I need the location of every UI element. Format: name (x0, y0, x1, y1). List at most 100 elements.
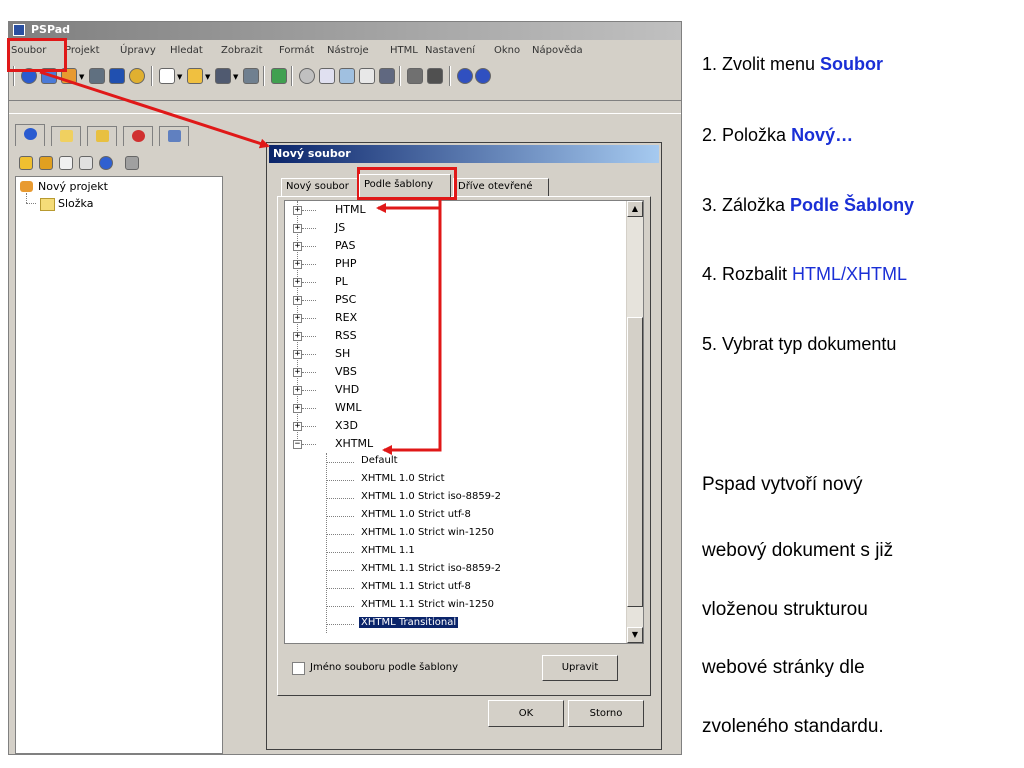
expand-icon[interactable]: + (293, 242, 302, 251)
menu-projekt[interactable]: Projekt (65, 45, 100, 56)
replace-icon[interactable] (319, 68, 335, 84)
tree-subitem[interactable]: XHTML 1.1 Strict win-1250 (285, 597, 625, 615)
dropdown-arrow-icon[interactable]: ▼ (233, 73, 238, 81)
log-icon[interactable] (109, 68, 125, 84)
expand-icon[interactable]: + (293, 278, 302, 287)
tree-item-rss[interactable]: + RSS (285, 327, 625, 345)
search-icon[interactable] (299, 68, 315, 84)
open-folder-icon[interactable] (187, 68, 203, 84)
menu-okno[interactable]: Okno (494, 45, 520, 56)
panel-tab-files[interactable] (51, 126, 81, 146)
open-project-icon[interactable] (41, 68, 57, 84)
tab-drive-otevrene[interactable]: Dříve otevřené (453, 178, 549, 196)
scroll-up-icon[interactable]: ▲ (627, 201, 643, 217)
find-in-files-icon[interactable] (339, 68, 355, 84)
collapse-icon[interactable]: − (293, 440, 302, 449)
menu-upravy[interactable]: Úpravy (120, 45, 156, 56)
save-icon[interactable] (215, 68, 231, 84)
tab-podle-sablony[interactable]: Podle šablony (359, 174, 451, 197)
new-file-icon[interactable] (159, 68, 175, 84)
tree-item-php[interactable]: + PHP (285, 255, 625, 273)
tree-icon[interactable] (271, 68, 287, 84)
menu-nastaveni[interactable]: Nastavení (425, 45, 475, 56)
ok-button[interactable]: OK (488, 700, 564, 727)
scroll-thumb[interactable] (627, 317, 643, 607)
print-icon[interactable] (407, 68, 423, 84)
info-icon[interactable] (99, 156, 113, 170)
cancel-button[interactable]: Storno (568, 700, 644, 727)
expand-icon[interactable]: + (293, 206, 302, 215)
tree-subitem[interactable]: XHTML 1.0 Strict iso-8859-2 (285, 489, 625, 507)
menu-zobrazit[interactable]: Zobrazit (221, 45, 263, 56)
expand-icon[interactable]: + (293, 224, 302, 233)
menu-soubor[interactable]: Soubor (11, 45, 46, 56)
expand-icon[interactable]: + (293, 260, 302, 269)
tree-subitem-selected[interactable]: XHTML Transitional (285, 615, 625, 633)
tree-item-sh[interactable]: + SH (285, 345, 625, 363)
tree-subitem[interactable]: XHTML 1.0 Strict win-1250 (285, 525, 625, 543)
add-file-icon[interactable] (59, 156, 73, 170)
tree-item-vbs[interactable]: + VBS (285, 363, 625, 381)
ftp-icon[interactable] (89, 68, 105, 84)
tree-subitem[interactable]: XHTML 1.1 Strict iso-8859-2 (285, 561, 625, 579)
tree-item-html[interactable]: + HTML (285, 201, 625, 219)
template-name-checkbox-label[interactable]: Jméno souboru podle šablony (310, 662, 458, 673)
print-preview-icon[interactable] (427, 68, 443, 84)
tree-item-xhtml[interactable]: − XHTML (285, 435, 625, 453)
tree-item-psc[interactable]: + PSC (285, 291, 625, 309)
menu-hledat[interactable]: Hledat (170, 45, 203, 56)
tree-subitem[interactable]: XHTML 1.1 Strict utf-8 (285, 579, 625, 597)
tree-subitem[interactable]: Default (285, 453, 625, 471)
expand-icon[interactable]: + (293, 368, 302, 377)
expand-icon[interactable]: + (293, 296, 302, 305)
vertical-scrollbar[interactable]: ▲ ▼ (626, 201, 643, 643)
expand-icon[interactable]: + (293, 404, 302, 413)
tree-item-js[interactable]: + JS (285, 219, 625, 237)
tab-novy-soubor[interactable]: Nový soubor (281, 178, 359, 196)
panel-tab-clips[interactable] (159, 126, 189, 146)
expand-icon[interactable]: + (293, 314, 302, 323)
tree-subitem[interactable]: XHTML 1.0 Strict utf-8 (285, 507, 625, 525)
expand-icon[interactable]: + (293, 332, 302, 341)
tree-item-x3d[interactable]: + X3D (285, 417, 625, 435)
dropdown-arrow-icon[interactable]: ▼ (205, 73, 210, 81)
menu-napoveda[interactable]: Nápověda (532, 45, 583, 56)
expand-icon[interactable]: + (293, 350, 302, 359)
tree-item-vhd[interactable]: + VHD (285, 381, 625, 399)
panel-tab-favorites[interactable] (123, 126, 153, 146)
project-node[interactable]: Nový projekt (38, 180, 108, 193)
panel-tab-ftp[interactable] (87, 126, 117, 146)
save-all-icon[interactable] (243, 68, 259, 84)
expand-icon[interactable]: + (293, 386, 302, 395)
menu-nastroje[interactable]: Nástroje (327, 45, 369, 56)
remove-folder-icon[interactable] (39, 156, 53, 170)
menu-html[interactable]: HTML (390, 45, 418, 56)
dropdown-arrow-icon[interactable]: ▼ (177, 73, 182, 81)
scroll-down-icon[interactable]: ▼ (627, 627, 643, 643)
panel-tab-project[interactable] (15, 124, 45, 146)
add-folder-icon[interactable] (19, 156, 33, 170)
tools-icon[interactable] (125, 156, 139, 170)
expand-icon[interactable]: + (293, 422, 302, 431)
redo-icon[interactable] (475, 68, 491, 84)
tree-subitem[interactable]: XHTML 1.1 (285, 543, 625, 561)
remove-file-icon[interactable] (79, 156, 93, 170)
project-icon[interactable] (21, 68, 37, 84)
template-name-checkbox[interactable] (292, 662, 305, 675)
tree-item-wml[interactable]: + WML (285, 399, 625, 417)
undo-icon[interactable] (457, 68, 473, 84)
save-project-icon[interactable] (61, 68, 77, 84)
clip-icon[interactable] (379, 68, 395, 84)
tree-subitem[interactable]: XHTML 1.0 Strict (285, 471, 625, 489)
bracket-icon[interactable] (359, 68, 375, 84)
step-3-highlight: Podle Šablony (790, 195, 915, 215)
dropdown-arrow-icon[interactable]: ▼ (79, 73, 84, 81)
tree-item-pl[interactable]: + PL (285, 273, 625, 291)
folder-node[interactable]: Složka (58, 197, 93, 210)
edit-button[interactable]: Upravit (542, 655, 618, 681)
tree-line (302, 318, 316, 319)
tree-item-pas[interactable]: + PAS (285, 237, 625, 255)
tree-item-rex[interactable]: + REX (285, 309, 625, 327)
menu-format[interactable]: Formát (279, 45, 314, 56)
settings-gear-icon[interactable] (129, 68, 145, 84)
